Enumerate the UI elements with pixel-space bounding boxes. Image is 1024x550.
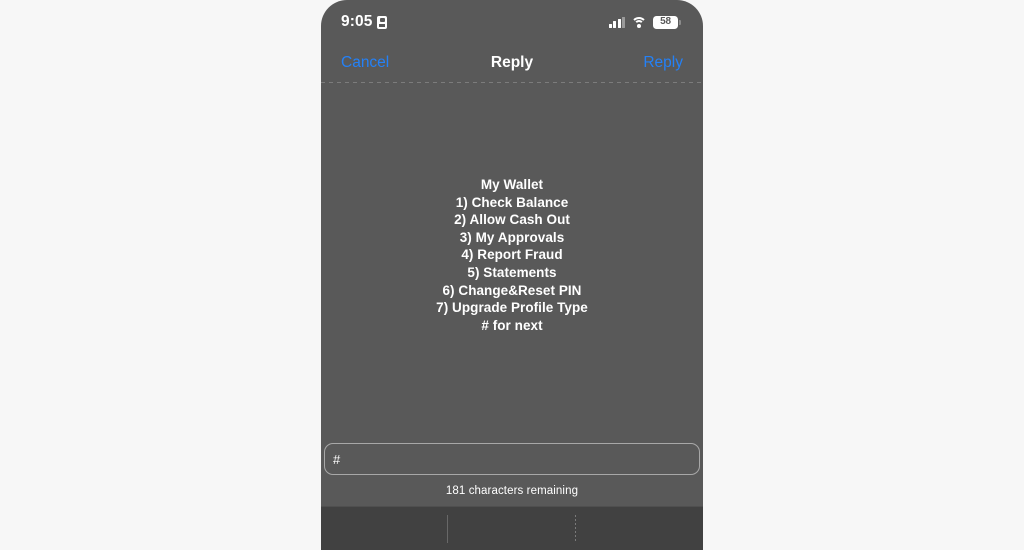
battery-icon: 58 [653, 15, 681, 29]
status-bar: 9:05 58 [321, 0, 703, 44]
phone-screen: 9:05 58 Cancel Reply Reply My Wallet 1) … [321, 0, 703, 550]
battery-percent-label: 58 [660, 16, 671, 27]
ussd-menu-text: My Wallet 1) Check Balance 2) Allow Cash… [436, 177, 588, 333]
reply-input[interactable] [324, 443, 700, 475]
screenshot-root: 9:05 58 Cancel Reply Reply My Wallet 1) … [0, 0, 1024, 550]
keyboard-strip[interactable] [321, 506, 703, 550]
navigation-bar: Cancel Reply Reply [321, 44, 703, 82]
cellular-signal-icon [608, 16, 625, 28]
cancel-button[interactable]: Cancel [341, 54, 389, 72]
keyboard-divider-right [575, 515, 576, 543]
status-time: 9:05 [341, 13, 373, 31]
status-bar-right: 58 [608, 15, 681, 29]
message-body-area: My Wallet 1) Check Balance 2) Allow Cash… [321, 83, 703, 443]
status-bar-left: 9:05 [341, 13, 388, 31]
wifi-icon [631, 16, 647, 28]
keyboard-divider-left [447, 515, 448, 543]
reply-input-zone [321, 443, 703, 475]
id-card-icon [377, 15, 388, 29]
character-counter: 181 characters remaining [445, 485, 579, 497]
reply-button[interactable]: Reply [643, 54, 683, 72]
